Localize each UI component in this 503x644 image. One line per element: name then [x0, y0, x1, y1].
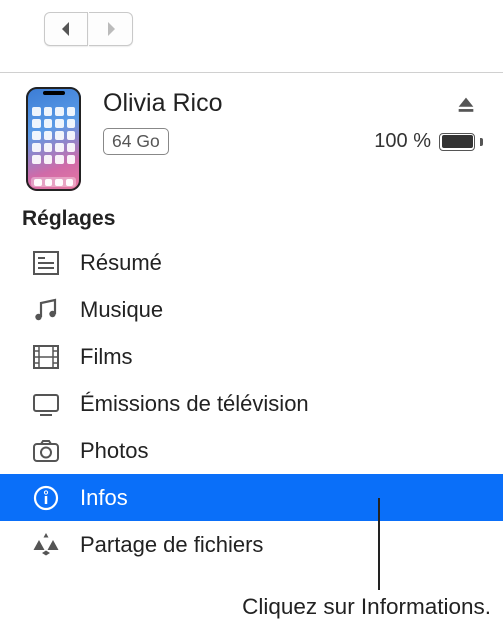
photos-icon	[30, 435, 62, 467]
chevron-left-icon	[59, 21, 73, 37]
battery-icon	[439, 133, 479, 151]
sidebar-item-label: Films	[80, 344, 133, 370]
sidebar-item-films[interactable]: Films	[0, 333, 503, 380]
settings-list: Résumé Musique Films Émissions de télévi…	[0, 239, 503, 568]
toolbar	[0, 0, 503, 72]
sidebar-item-photos[interactable]: Photos	[0, 427, 503, 474]
sidebar-item-tv[interactable]: Émissions de télévision	[0, 380, 503, 427]
sidebar-item-summary[interactable]: Résumé	[0, 239, 503, 286]
summary-icon	[30, 247, 62, 279]
tv-icon	[30, 388, 62, 420]
eject-icon	[455, 93, 477, 115]
music-icon	[30, 294, 62, 326]
sidebar-item-label: Émissions de télévision	[80, 391, 309, 417]
settings-section-title: Réglages	[0, 201, 503, 239]
sidebar-item-filesharing[interactable]: Partage de fichiers	[0, 521, 503, 568]
device-header: Olivia Rico 64 Go 100 %	[0, 73, 503, 201]
forward-button[interactable]	[89, 12, 133, 46]
sidebar-item-info[interactable]: Infos	[0, 474, 503, 521]
sidebar-item-music[interactable]: Musique	[0, 286, 503, 333]
back-button[interactable]	[44, 12, 88, 46]
sidebar-item-label: Infos	[80, 485, 128, 511]
films-icon	[30, 341, 62, 373]
chevron-right-icon	[104, 21, 118, 37]
callout-text: Cliquez sur Informations.	[242, 594, 491, 620]
sidebar-item-label: Résumé	[80, 250, 162, 276]
battery-status: 100 %	[374, 130, 479, 153]
device-thumbnail	[26, 87, 81, 191]
battery-percent: 100 %	[374, 130, 431, 153]
callout-line	[378, 498, 380, 590]
eject-button[interactable]	[453, 91, 479, 117]
device-info: Olivia Rico 64 Go 100 %	[103, 87, 479, 191]
sidebar-item-label: Musique	[80, 297, 163, 323]
capacity-badge: 64 Go	[103, 128, 169, 155]
device-name: Olivia Rico	[103, 89, 222, 118]
sidebar-item-label: Photos	[80, 438, 149, 464]
apps-icon	[30, 529, 62, 561]
info-icon	[30, 482, 62, 514]
sidebar-item-label: Partage de fichiers	[80, 532, 263, 558]
